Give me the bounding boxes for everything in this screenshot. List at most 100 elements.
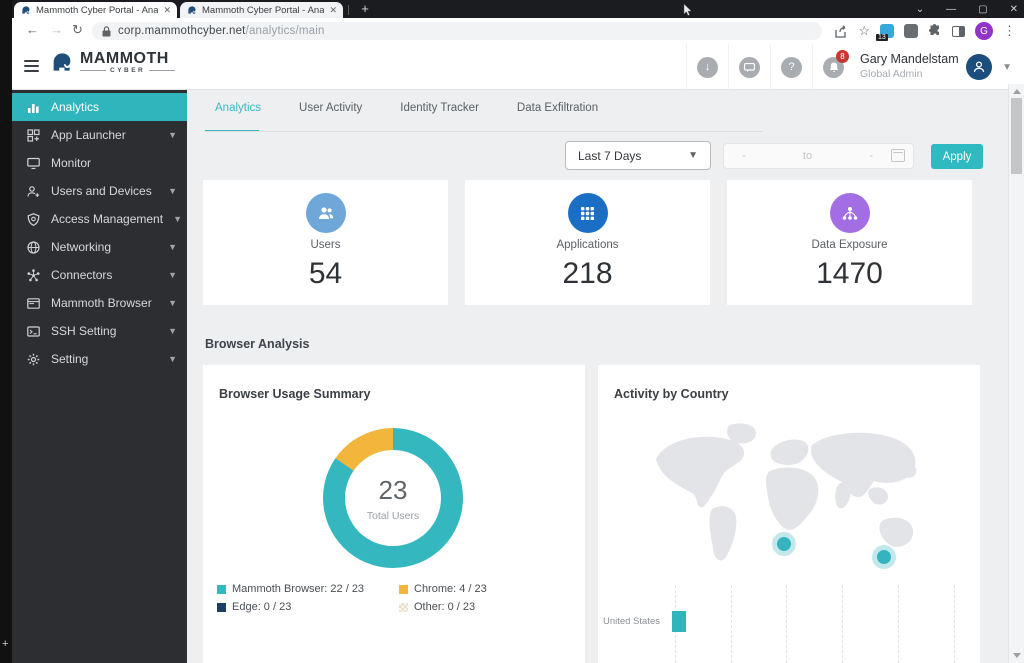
- connectors-network-icon: [26, 268, 41, 283]
- bookmark-star-icon[interactable]: ☆: [858, 23, 870, 39]
- user-plus-icon: [26, 184, 41, 199]
- legend-swatch: [399, 584, 408, 594]
- hamburger-menu-icon[interactable]: [24, 60, 39, 72]
- sidebar-item-users-and-devices[interactable]: Users and Devices ▼: [12, 177, 187, 205]
- messages-button[interactable]: [728, 44, 770, 90]
- sidebar-item-monitor[interactable]: Monitor: [12, 149, 187, 177]
- brand-logo: MAMMOTH CYBER: [48, 50, 176, 74]
- activity-dot-asia: [877, 550, 891, 564]
- back-icon[interactable]: ←: [26, 22, 39, 37]
- window-close-icon[interactable]: ✕: [1010, 4, 1018, 15]
- scroll-down-arrow-icon[interactable]: [1013, 653, 1021, 658]
- gridline: [731, 585, 732, 663]
- chevron-down-icon: ▼: [168, 130, 177, 140]
- sidebar-item-access-management[interactable]: Access Management ▼: [12, 205, 187, 233]
- mammoth-logo-icon: [53, 53, 71, 71]
- section-title: Browser Analysis: [205, 337, 310, 351]
- lock-icon: [102, 25, 111, 36]
- legend-item-chrome: Chrome: 4 / 23: [399, 583, 571, 595]
- sidebar-item-ssh-setting[interactable]: SSH Setting ▼: [12, 317, 187, 345]
- date-range-select[interactable]: Last 7 Days ▼: [565, 141, 711, 170]
- gear-icon: [26, 352, 41, 367]
- gridline: [842, 585, 843, 663]
- chat-icon: [739, 56, 760, 78]
- stat-label: Users: [310, 239, 341, 251]
- sidebar-item-app-launcher[interactable]: App Launcher ▼: [12, 121, 187, 149]
- browser-tab-2[interactable]: Mammoth Cyber Portal - Analyt ✕: [180, 2, 343, 18]
- gridline: [954, 585, 955, 663]
- sidebar-item-analytics[interactable]: Analytics: [12, 93, 187, 121]
- app-header: MAMMOTH CYBER ↓ ? 8 Gary Mandelstam Glob…: [12, 44, 1024, 90]
- user-avatar[interactable]: [966, 54, 992, 80]
- user-role: Global Admin: [860, 68, 923, 80]
- browser-tab-bar: Mammoth Cyber Portal - Analyt ✕ Mammoth …: [12, 0, 1024, 18]
- tab-user-activity[interactable]: User Activity: [299, 102, 362, 128]
- world-map-icon: [656, 423, 917, 561]
- total-users-label: Total Users: [366, 509, 420, 522]
- tab-close-icon[interactable]: ✕: [163, 5, 171, 16]
- tab-identity-tracker[interactable]: Identity Tracker: [400, 102, 479, 128]
- window-maximize-icon[interactable]: ▢: [978, 4, 987, 15]
- extension-badge: 13: [876, 34, 888, 41]
- help-icon: ?: [781, 56, 802, 78]
- tab-separator: [348, 5, 349, 15]
- total-users-value: 23: [378, 474, 408, 505]
- tab-close-icon[interactable]: ✕: [329, 5, 337, 16]
- main-content: Analytics User Activity Identity Tracker…: [187, 90, 1008, 663]
- window-minimize-icon[interactable]: —: [946, 4, 956, 15]
- donut-legend: Mammoth Browser: 22 / 23 Chrome: 4 / 23 …: [217, 583, 571, 613]
- page-scrollbar[interactable]: [1008, 84, 1024, 663]
- sidebar-item-mammoth-browser[interactable]: Mammoth Browser ▼: [12, 289, 187, 317]
- browser-window: Mammoth Cyber Portal - Analyt ✕ Mammoth …: [12, 0, 1024, 663]
- mammoth-favicon-icon: [22, 6, 30, 14]
- extension-icon[interactable]: [904, 24, 918, 38]
- tab-title: Mammoth Cyber Portal - Analyt: [36, 4, 159, 16]
- analytics-tabs: Analytics User Activity Identity Tracker…: [215, 102, 598, 128]
- browser-tab-1[interactable]: Mammoth Cyber Portal - Analyt ✕: [14, 2, 177, 18]
- chevron-down-icon: ▼: [168, 298, 177, 308]
- desktop-edge: +: [0, 0, 12, 663]
- sidebar-item-setting[interactable]: Setting ▼: [12, 345, 187, 373]
- help-button[interactable]: ?: [770, 44, 812, 90]
- country-label: United States: [602, 616, 660, 627]
- panel-title: Browser Usage Summary: [219, 387, 371, 401]
- side-panel-icon[interactable]: [952, 25, 965, 37]
- sidebar-item-connectors[interactable]: Connectors ▼: [12, 261, 187, 289]
- share-icon: [829, 193, 870, 233]
- scroll-up-arrow-icon[interactable]: [1013, 89, 1021, 94]
- notifications-button[interactable]: 8: [812, 44, 854, 90]
- extension-icon[interactable]: 13: [876, 24, 894, 41]
- browser-menu-dots-icon[interactable]: ⋮: [1003, 23, 1016, 39]
- custom-date-range-input[interactable]: - to -: [723, 143, 914, 169]
- download-button[interactable]: ↓: [686, 44, 728, 90]
- url-bar[interactable]: corp.mammothcyber.net/analytics/main: [92, 22, 822, 40]
- reload-icon[interactable]: ↻: [72, 22, 83, 38]
- stat-card-users: Users 54: [203, 180, 448, 305]
- header-icon-group: ↓ ? 8: [686, 44, 854, 90]
- scrollbar-thumb[interactable]: [1011, 98, 1022, 174]
- url-text: corp.mammothcyber.net/analytics/main: [118, 25, 325, 37]
- chevron-down-icon: ▼: [688, 150, 698, 161]
- world-map: [634, 417, 944, 575]
- new-tab-button[interactable]: +: [357, 1, 373, 16]
- browser-profile-avatar[interactable]: G: [975, 22, 993, 40]
- forward-icon[interactable]: →: [50, 22, 63, 37]
- users-icon: [305, 193, 346, 233]
- apply-button[interactable]: Apply: [931, 144, 983, 169]
- user-name: Gary Mandelstam: [860, 52, 959, 66]
- tab-analytics[interactable]: Analytics: [215, 102, 261, 128]
- chevron-down-icon: ▼: [168, 354, 177, 364]
- user-menu-chevron-icon[interactable]: ▼: [1002, 62, 1012, 73]
- window-restore-chevron-icon[interactable]: ⌄: [916, 4, 924, 15]
- stat-value: 54: [308, 257, 343, 290]
- tab-data-exfiltration[interactable]: Data Exfiltration: [517, 102, 598, 128]
- puzzle-extensions-icon[interactable]: [928, 24, 942, 38]
- mammoth-favicon-icon: [188, 6, 196, 14]
- chevron-down-icon: ▼: [173, 214, 182, 224]
- sidebar-item-networking[interactable]: Networking ▼: [12, 233, 187, 261]
- chevron-down-icon: ▼: [168, 326, 177, 336]
- brand-sub: CYBER: [80, 67, 176, 74]
- navbar-actions: ☆ 13 G ⋮: [835, 18, 1016, 44]
- share-icon[interactable]: [835, 24, 848, 38]
- legend-item-edge: Edge: 0 / 23: [217, 601, 399, 613]
